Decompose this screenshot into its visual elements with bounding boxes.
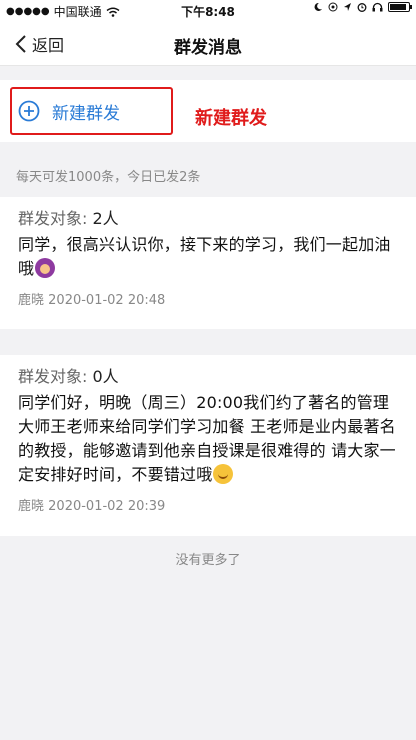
smiling-face-emoji-icon — [213, 464, 234, 484]
new-group-label: 新建群发 — [52, 103, 120, 124]
message-time: 2020-01-02 20:39 — [48, 499, 166, 514]
message-text: 同学，很高兴认识你，接下来的学习，我们一起加油哦 — [18, 233, 400, 281]
author-name: 鹿晓 — [18, 293, 45, 308]
message-meta: 鹿晓 2020-01-02 20:48 — [18, 289, 400, 308]
annotation-label: 新建群发 — [195, 108, 267, 129]
alarm-icon — [357, 3, 367, 12]
new-group-button[interactable]: 新建群发 — [10, 87, 173, 135]
message-card[interactable]: 群发对象: 2人 同学，很高兴认识你，接下来的学习，我们一起加油哦 鹿晓 202… — [0, 197, 416, 329]
target-row: 群发对象: 0人 — [18, 365, 400, 389]
target-label: 群发对象: — [18, 209, 88, 228]
headphones-icon — [372, 2, 383, 12]
target-count: 2人 — [92, 209, 119, 228]
author-name: 鹿晓 — [18, 499, 45, 514]
moon-icon — [314, 2, 322, 11]
message-time: 2020-01-02 20:48 — [48, 293, 166, 308]
navigation-bar: 返回 群发消息 — [0, 22, 416, 66]
plus-circle-icon — [18, 100, 40, 122]
new-group-section: 新建群发 新建群发 — [0, 80, 416, 142]
message-body: 同学，很高兴认识你，接下来的学习，我们一起加油哦 — [18, 235, 391, 278]
navigation-arrow-icon — [344, 3, 351, 11]
message-text: 同学们好，明晚（周三）20:00我们约了著名的管理大师王老师来给同学们学习加餐 … — [18, 391, 400, 487]
location-icon — [328, 2, 338, 12]
woman-gesturing-emoji-icon — [35, 258, 56, 278]
status-bar: ●●●●● 中国联通 下午8:48 — [0, 0, 416, 22]
target-row: 群发对象: 2人 — [18, 207, 400, 231]
message-card[interactable]: 群发对象: 0人 同学们好，明晚（周三）20:00我们约了著名的管理大师王老师来… — [0, 355, 416, 536]
target-label: 群发对象: — [18, 367, 88, 386]
page-title: 群发消息 — [174, 38, 242, 58]
target-count: 0人 — [92, 367, 119, 386]
message-body: 同学们好，明晚（周三）20:00我们约了著名的管理大师王老师来给同学们学习加餐 … — [18, 393, 396, 484]
daily-quota-text: 每天可发1000条，今日已发2条 — [16, 170, 201, 185]
no-more-label: 没有更多了 — [175, 553, 241, 568]
status-right — [313, 2, 412, 12]
message-meta: 鹿晓 2020-01-02 20:39 — [18, 495, 400, 514]
battery-icon — [388, 2, 412, 12]
